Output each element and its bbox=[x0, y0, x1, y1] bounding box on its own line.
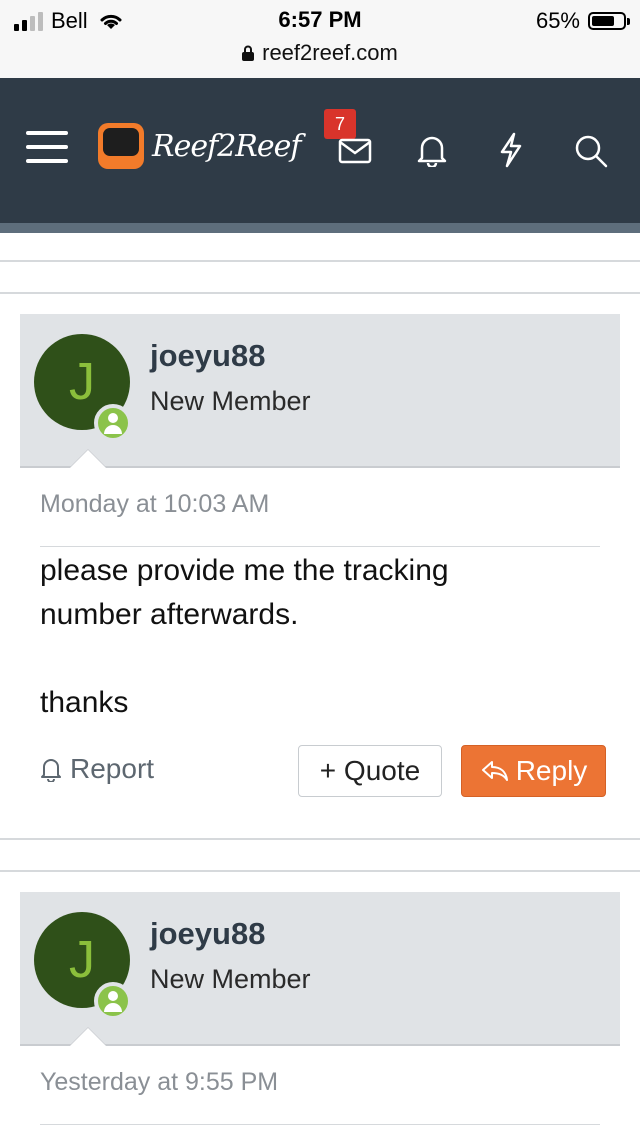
post-body: please provide me the tracking number af… bbox=[40, 549, 600, 725]
post-user-header: J joeyu88 New Member bbox=[20, 314, 620, 468]
bell-outline-icon bbox=[41, 759, 61, 782]
header-shadow bbox=[0, 223, 640, 233]
online-status-icon bbox=[94, 404, 132, 442]
status-right: 65% bbox=[535, 8, 630, 34]
user-title: New Member bbox=[150, 964, 311, 994]
status-bar: Bell 6:57 PM 65% reef2reef.com bbox=[0, 0, 640, 78]
logo-text: Reef2Reef bbox=[152, 128, 301, 164]
post-divider bbox=[40, 1124, 600, 1125]
divider bbox=[0, 870, 640, 872]
lightning-icon[interactable] bbox=[498, 132, 524, 168]
inbox-count-badge: 7 bbox=[324, 109, 356, 139]
username[interactable]: joeyu88 bbox=[150, 916, 265, 952]
lock-icon bbox=[242, 45, 255, 61]
header-notch bbox=[70, 1028, 106, 1046]
report-link[interactable]: Report bbox=[40, 753, 154, 785]
search-icon[interactable] bbox=[574, 134, 608, 168]
username[interactable]: joeyu88 bbox=[150, 338, 265, 374]
bell-icon[interactable] bbox=[416, 133, 448, 167]
header-notch bbox=[70, 450, 106, 468]
reply-label: Reply bbox=[515, 755, 588, 786]
battery-icon bbox=[588, 12, 630, 30]
site-logo[interactable]: Reef2Reef bbox=[98, 123, 301, 169]
post-text-line: please provide me the tracking bbox=[40, 554, 449, 587]
post-user-header: J joeyu88 New Member bbox=[20, 892, 620, 1046]
url-text: reef2reef.com bbox=[262, 40, 398, 65]
divider bbox=[0, 838, 640, 840]
post-date[interactable]: Monday at 10:03 AM bbox=[40, 490, 269, 519]
post-divider bbox=[40, 546, 600, 547]
user-title: New Member bbox=[150, 386, 311, 416]
online-status-icon bbox=[94, 982, 132, 1020]
logo-badge-icon bbox=[98, 123, 144, 169]
reply-button[interactable]: Reply bbox=[461, 745, 606, 797]
post-text-line: thanks bbox=[40, 686, 129, 719]
site-header: Reef2Reef 7 bbox=[0, 78, 640, 223]
battery-percent: 65% bbox=[535, 8, 580, 33]
mail-icon[interactable] bbox=[338, 138, 372, 164]
quote-button[interactable]: + Quote bbox=[298, 745, 442, 797]
divider bbox=[0, 292, 640, 294]
reply-icon bbox=[481, 761, 508, 781]
report-label: Report bbox=[70, 753, 155, 784]
divider bbox=[0, 260, 640, 262]
address-bar[interactable]: reef2reef.com bbox=[0, 40, 640, 66]
menu-icon[interactable] bbox=[26, 131, 68, 163]
post-date[interactable]: Yesterday at 9:55 PM bbox=[40, 1068, 278, 1097]
post-text-line: number afterwards. bbox=[40, 598, 299, 631]
